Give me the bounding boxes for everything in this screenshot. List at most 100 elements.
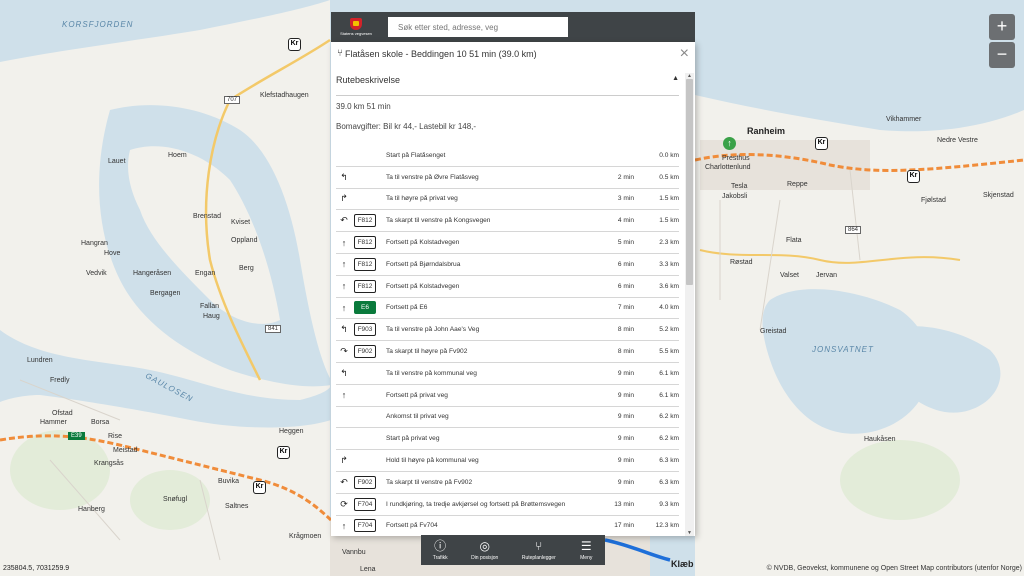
- step-instruction: Ankomst til privat veg: [386, 413, 449, 421]
- zoom-in-button[interactable]: +: [989, 14, 1015, 40]
- place-label: Krangsås: [94, 460, 124, 467]
- scrollbar[interactable]: ▲ ▼: [685, 73, 694, 536]
- step-distance: 3.6 km: [659, 282, 679, 290]
- place-label: Hanberg: [78, 506, 105, 513]
- step-time: 9 min: [617, 413, 634, 421]
- step-distance: 5.5 km: [659, 348, 679, 356]
- route-step-row[interactable]: ↑ Fortsett på privat veg 9 min 6.1 km: [336, 385, 679, 407]
- map-attribution: © NVDB, Geovekst, kommunene og Open Stre…: [766, 565, 1022, 572]
- route-description-toggle[interactable]: Rutebeskrivelse ▲: [336, 68, 679, 96]
- step-distance: 6.2 km: [659, 413, 679, 421]
- route-step-row[interactable]: ↶ F902 Ta skarpt til venstre på Fv902 9 min…: [336, 472, 679, 494]
- step-time: 9 min: [617, 457, 634, 465]
- route-planner-button[interactable]: ⑂ Ruteplanlegger: [522, 539, 556, 561]
- step-instruction: Ta skarpt til høyre på Fv902: [386, 348, 468, 356]
- step-time: 5 min: [617, 239, 634, 247]
- place-label: Lena: [360, 566, 376, 573]
- place-label: Krågmoen: [289, 533, 322, 540]
- route-step-row[interactable]: ↰ F903 Ta til venstre på John Aae's Veg 8 m…: [336, 319, 679, 342]
- place-label: Borsa: [91, 419, 110, 426]
- turn-direction-icon: ↷: [340, 346, 348, 357]
- route-step-row[interactable]: ↶ F812 Ta skarpt til venstre på Kongsvegen…: [336, 210, 679, 233]
- route-step-row[interactable]: ↑ F704 Fortsett på Fv704 17 min 12.3 km: [336, 516, 679, 536]
- scroll-down-arrow-icon[interactable]: ▼: [686, 530, 693, 536]
- road-number-sign: 841: [265, 325, 282, 333]
- road-number-badge: F902: [354, 475, 376, 489]
- step-distance: 9.3 km: [659, 500, 679, 508]
- place-label: Charlottenlund: [705, 164, 751, 171]
- route-step-row[interactable]: ↑ F812 Fortsett på Bjørndalsbrua 6 min 3.3 k…: [336, 254, 679, 276]
- route-step-row[interactable]: ↱ Hold til høyre på kommunal veg 9 min 6.3 …: [336, 450, 679, 472]
- place-label: Hammer: [40, 419, 67, 426]
- turn-direction-icon: ↑: [341, 237, 347, 248]
- menu-label: Meny: [580, 555, 593, 561]
- step-time: 2 min: [617, 173, 634, 181]
- route-step-row[interactable]: ↑ F812 Fortsett på Kolstadvegen 6 min 3.6 km: [336, 276, 679, 298]
- step-time: 13 min: [614, 500, 634, 508]
- place-label: Meistad: [113, 447, 138, 454]
- step-instruction: Ta til høyre på privat veg: [386, 195, 458, 203]
- toll-station-icon[interactable]: Kr: [815, 137, 828, 150]
- place-label: Ranheim: [747, 126, 786, 136]
- road-number-sign: 864: [845, 226, 862, 234]
- road-number-badge: F812: [354, 257, 376, 271]
- route-panel: ⑂ Flatåsen skole - Beddingen 10 51 min (…: [331, 42, 695, 536]
- place-label: Hangran: [81, 240, 108, 247]
- step-time: 9 min: [617, 369, 634, 377]
- water-label-jonsvatnet: JONSVATNET: [812, 345, 874, 354]
- route-step-row[interactable]: ↑ E6 Fortsett på E6 7 min 4.0 km: [336, 298, 679, 320]
- route-planner-icon: ⑂: [535, 539, 543, 553]
- step-distance: 2.3 km: [659, 239, 679, 247]
- step-instruction: Ta til venstre på John Aae's Veg: [386, 326, 480, 334]
- place-label: Buvika: [218, 478, 240, 485]
- route-step-row[interactable]: ↷ F902 Ta skarpt til høyre på Fv902 8 min 5.…: [336, 341, 679, 363]
- turn-direction-icon: ⟳: [340, 498, 348, 509]
- place-label: Vedvik: [86, 270, 107, 277]
- search-input[interactable]: [388, 17, 568, 37]
- step-time: 9 min: [617, 435, 634, 443]
- route-step-row[interactable]: Ankomst til privat veg 9 min 6.2 km: [336, 407, 679, 429]
- route-start-marker-icon[interactable]: ↑: [723, 137, 736, 150]
- place-label: Lundren: [27, 357, 53, 364]
- step-distance: 6.3 km: [659, 478, 679, 486]
- step-time: 8 min: [617, 348, 634, 356]
- road-number-badge: [354, 432, 376, 445]
- route-step-row[interactable]: ⟳ F704 I rundkjøring, ta tredje avkjørsel …: [336, 494, 679, 516]
- road-number-badge: [354, 410, 376, 423]
- turn-direction-icon: ↑: [341, 302, 347, 313]
- route-step-row[interactable]: ↱ Ta til høyre på privat veg 3 min 1.5 km: [336, 189, 679, 211]
- menu-button[interactable]: ☰ Meny: [579, 539, 593, 561]
- step-instruction: Ta skarpt til venstre på Kongsvegen: [386, 217, 491, 225]
- route-step-row[interactable]: Start på Flatåsenget 0.0 km: [336, 145, 679, 167]
- logo-emblem-icon: [350, 18, 362, 30]
- statens-vegvesen-logo[interactable]: Statens vegvesen: [340, 14, 372, 40]
- place-label: Jakobsli: [722, 193, 748, 200]
- toll-station-icon[interactable]: Kr: [288, 38, 301, 51]
- route-step-row[interactable]: ↰ Ta til venstre på kommunal veg 9 min 6.1 …: [336, 363, 679, 385]
- place-label: Bergagen: [150, 290, 181, 297]
- traffic-button[interactable]: ⓘ Trafikk: [433, 539, 448, 561]
- place-label: Brenstad: [193, 213, 222, 220]
- route-step-row[interactable]: ↰ Ta til venstre på Øvre Flatåsveg 2 min 0.…: [336, 167, 679, 189]
- route-step-row[interactable]: ↑ F812 Fortsett på Kolstadvegen 5 min 2.3 km: [336, 232, 679, 254]
- toll-station-icon[interactable]: Kr: [253, 481, 266, 494]
- road-number-badge: [354, 454, 376, 467]
- road-number-badge: F704: [354, 497, 376, 511]
- close-button[interactable]: ×: [680, 46, 689, 62]
- zoom-out-button[interactable]: −: [989, 42, 1015, 68]
- scroll-thumb[interactable]: [686, 79, 693, 285]
- route-step-row[interactable]: Start på privat veg 9 min 6.2 km: [336, 428, 679, 451]
- place-label: Hangeråsen: [133, 270, 172, 277]
- toll-station-icon[interactable]: Kr: [907, 170, 920, 183]
- turn-direction-icon: ↰: [340, 171, 348, 182]
- water-label-korsfjorden: KORSFJORDEN: [62, 20, 134, 29]
- step-time: 9 min: [617, 478, 634, 486]
- toll-station-icon[interactable]: Kr: [277, 446, 290, 459]
- my-position-button[interactable]: ◎ Din posisjon: [471, 539, 498, 561]
- road-number-badge: [354, 367, 376, 380]
- step-distance: 0.5 km: [659, 173, 679, 181]
- place-label: Fredly: [50, 377, 70, 384]
- step-distance: 6.2 km: [659, 435, 679, 443]
- step-time: 8 min: [617, 326, 634, 334]
- step-distance: 4.0 km: [659, 304, 679, 312]
